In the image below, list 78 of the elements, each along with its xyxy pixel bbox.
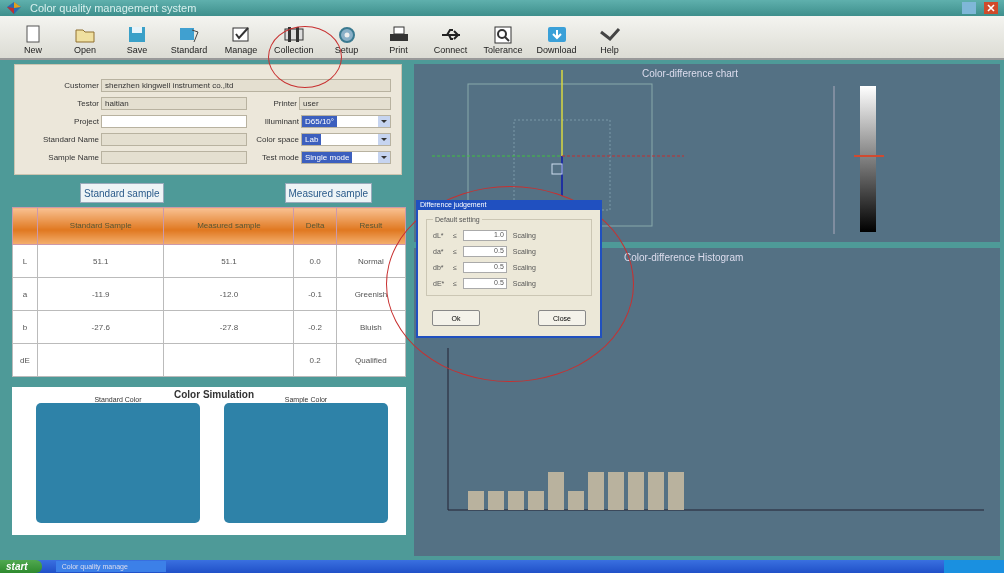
histogram-bar: [488, 491, 504, 510]
field-label: Sample Name: [47, 153, 100, 162]
field-label: Printer: [273, 99, 297, 108]
download-icon: [545, 24, 568, 44]
table-cell: -12.0: [164, 277, 294, 311]
histogram-bar: [508, 491, 524, 510]
start-button[interactable]: start: [0, 560, 42, 573]
toolbar-button[interactable]: Standard: [166, 22, 212, 58]
instrument-icon: [282, 24, 305, 44]
toolbar-button[interactable]: Setup: [323, 22, 370, 58]
histogram-bar: [608, 472, 624, 510]
table-cell: -11.9: [37, 277, 164, 311]
window-title: Color quality management system: [30, 2, 197, 14]
histogram-bar: [548, 472, 564, 510]
app-logo-icon: [6, 1, 22, 15]
sample-button[interactable]: Measured sample: [284, 183, 372, 203]
system-tray: [944, 560, 1004, 573]
table-cell: 0.0: [293, 244, 337, 278]
histogram-bar: [588, 472, 604, 510]
field-label: Customer: [63, 81, 100, 90]
column-header: Delta: [293, 207, 337, 245]
text-field[interactable]: [101, 151, 247, 164]
toolbar-button[interactable]: Save: [114, 22, 160, 58]
close-icon[interactable]: [984, 2, 998, 14]
table-cell: L: [12, 244, 38, 278]
field-label: Project: [73, 117, 100, 126]
sample-button[interactable]: Standard sample: [80, 183, 164, 203]
text-field[interactable]: [101, 133, 247, 146]
histogram-bar: [528, 491, 544, 510]
dropdown[interactable]: Lab: [301, 133, 391, 146]
histogram-bar: [648, 472, 664, 510]
field-label: Illuminant: [264, 117, 299, 126]
column-header: Measured sample: [164, 207, 294, 245]
magnifier-icon: [492, 24, 515, 44]
column-header: Result: [336, 207, 406, 245]
toolbar-button[interactable]: Manage: [218, 22, 264, 58]
field-label: Color space: [256, 135, 299, 144]
table-cell: a: [12, 277, 38, 311]
text-field[interactable]: haitian: [101, 97, 247, 110]
panel-title: Color Simulation: [174, 389, 254, 400]
column-header: Standard Sample: [37, 207, 164, 245]
dropdown[interactable]: Single mode: [301, 151, 391, 164]
table-cell: 51.1: [164, 244, 294, 278]
table-cell: -0.1: [293, 277, 337, 311]
chart-title: Color-difference chart: [642, 68, 738, 79]
toolbar-button[interactable]: Open: [62, 22, 108, 58]
table-cell: 51.1: [37, 244, 164, 278]
text-field[interactable]: [101, 115, 247, 128]
text-field[interactable]: user: [299, 97, 391, 110]
table-cell: -27.6: [37, 310, 164, 344]
chart-title: Color-difference Histogram: [624, 252, 744, 263]
table-cell: -0.2: [293, 310, 337, 344]
table-cell: b: [12, 310, 38, 344]
field-label: Standard Name: [41, 135, 100, 144]
histogram-bar: [468, 491, 484, 510]
table-cell: Qualified: [336, 343, 406, 377]
toolbar-button[interactable]: Download: [532, 22, 581, 58]
text-field[interactable]: shenzhen kingwell instrument co.,ltd: [101, 79, 391, 92]
toolbar-button[interactable]: New: [10, 22, 56, 58]
toolbar-button[interactable]: Collection: [270, 22, 318, 58]
printer-icon: [387, 24, 410, 44]
field-label: Test mode: [262, 153, 299, 162]
table-cell: Bluish: [336, 310, 406, 344]
toolbar-button[interactable]: Connect: [427, 22, 474, 58]
dropdown[interactable]: D65/10°: [301, 115, 391, 128]
histogram-bar: [628, 472, 644, 510]
toolbar-button[interactable]: Tolerance: [479, 22, 527, 58]
histogram-bar: [668, 472, 684, 510]
table-cell: Greenish: [336, 277, 406, 311]
toolbar-button[interactable]: Print: [375, 22, 422, 58]
field-label: Testor: [76, 99, 100, 108]
checkbox-icon: [230, 24, 252, 44]
table-cell: -27.8: [164, 310, 294, 344]
histogram-bar: [568, 491, 584, 510]
table-cell: dE: [12, 343, 38, 377]
table-cell: Normal: [336, 244, 406, 278]
table-cell: 0.2: [293, 343, 337, 377]
toolbar-button[interactable]: Help: [586, 22, 633, 58]
